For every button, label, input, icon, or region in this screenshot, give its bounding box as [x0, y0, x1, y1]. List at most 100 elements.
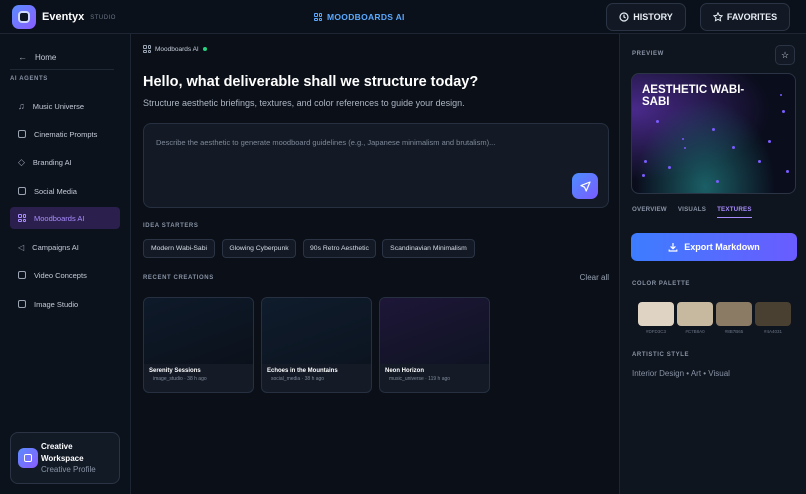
- video-icon: [18, 130, 26, 138]
- sidebar-item-video-concepts[interactable]: Video Concepts: [10, 264, 120, 286]
- prompt-placeholder: Describe the aesthetic to generate moodb…: [156, 138, 496, 147]
- sidebar-item-social-media[interactable]: Social Media: [10, 180, 120, 202]
- send-icon: [579, 180, 591, 192]
- diamond-icon: ◇: [18, 156, 25, 167]
- particle: [758, 160, 761, 163]
- card-title: Echoes in the Mountains: [267, 368, 338, 374]
- main-content: Moodboards AI Hello, what deliverable sh…: [131, 34, 619, 494]
- sidebar-item-label: Branding AI: [32, 157, 72, 167]
- card-title: Serenity Sessions: [149, 368, 201, 374]
- particle: [780, 94, 782, 96]
- tab-textures[interactable]: TEXTURES: [717, 206, 752, 218]
- particle: [786, 170, 789, 173]
- image-icon: [18, 300, 26, 308]
- arrow-left-icon: ←: [18, 52, 27, 62]
- breadcrumb: Moodboards AI: [143, 45, 207, 53]
- tab-visuals[interactable]: VISUALS: [678, 206, 706, 218]
- sidebar: ← Home AI AGENTS ♫ Music Universe Cinema…: [0, 34, 131, 494]
- clear-all-button[interactable]: Clear all: [580, 273, 609, 282]
- card-thumbnail: [380, 298, 489, 364]
- download-icon: [668, 243, 678, 252]
- sidebar-item-branding-ai[interactable]: ◇ Branding AI: [10, 151, 120, 173]
- workspace-title: Creative Workspace: [41, 442, 84, 463]
- chat-icon: [18, 187, 26, 195]
- sidebar-item-label: Moodboards AI: [34, 213, 85, 223]
- prompt-input[interactable]: Describe the aesthetic to generate moodb…: [143, 123, 609, 208]
- top-bar: Eventyx STUDIO MOODBOARDS AI HISTORY FAV…: [0, 0, 806, 34]
- sidebar-item-label: Video Concepts: [34, 270, 87, 280]
- preview-panel: PREVIEW ☆ AESTHETIC WABI-SABI OVERVIEW V…: [619, 34, 806, 494]
- artistic-style-label: ARTISTIC STYLE: [632, 352, 690, 358]
- sidebar-item-music-universe[interactable]: ♫ Music Universe: [10, 95, 120, 117]
- particle: [716, 180, 719, 183]
- sidebar-divider: [10, 69, 114, 70]
- particle: [782, 110, 785, 113]
- swatch-hex: #DFD3C3: [645, 329, 666, 334]
- home-link[interactable]: ← Home: [18, 52, 56, 62]
- current-module-title: MOODBOARDS AI: [314, 12, 405, 22]
- card-meta: social_media · 38 h ago: [271, 376, 325, 382]
- sidebar-item-cinematic-prompts[interactable]: Cinematic Prompts: [10, 123, 120, 145]
- chip-glowing-cyberpunk[interactable]: Glowing Cyberpunk: [222, 239, 296, 258]
- card-meta: image_studio · 38 h ago: [153, 376, 207, 382]
- artistic-style-text: Interior Design • Art • Visual: [632, 369, 730, 378]
- preview-label: PREVIEW: [632, 51, 664, 57]
- sidebar-item-moodboards-ai[interactable]: Moodboards AI: [10, 207, 120, 229]
- grid-icon: [18, 214, 26, 222]
- brand-subtitle: STUDIO: [90, 15, 116, 21]
- particle: [668, 166, 671, 169]
- preview-title: AESTHETIC WABI-SABI: [642, 84, 745, 108]
- tab-overview[interactable]: OVERVIEW: [632, 206, 667, 218]
- color-swatch[interactable]: [716, 302, 752, 326]
- module-title-text: MOODBOARDS AI: [327, 12, 405, 22]
- brand[interactable]: Eventyx STUDIO: [12, 5, 116, 29]
- swatch-hex: #8B7B65: [724, 329, 744, 334]
- export-label: Export Markdown: [684, 242, 760, 252]
- preview-image: AESTHETIC WABI-SABI: [631, 73, 796, 194]
- idea-starters-label: IDEA STARTERS: [143, 223, 199, 229]
- swatch-hex: #4A4031: [763, 329, 783, 334]
- color-swatch[interactable]: [677, 302, 713, 326]
- particle: [642, 174, 645, 177]
- page-subtitle: Structure aesthetic briefings, textures,…: [143, 98, 465, 108]
- workspace-subtitle: Creative Profile: [41, 465, 96, 474]
- sidebar-item-label: Music Universe: [32, 101, 85, 111]
- clock-icon: [619, 12, 629, 22]
- ai-agents-section-label: AI AGENTS: [10, 76, 48, 82]
- particle: [684, 147, 686, 149]
- card-thumbnail: [144, 298, 253, 364]
- home-label: Home: [35, 52, 57, 62]
- chip-90s-retro-aesthetic[interactable]: 90s Retro Aesthetic: [303, 239, 376, 258]
- recent-card[interactable]: Serenity Sessions image_studio · 38 h ag…: [143, 297, 254, 393]
- grid-icon: [143, 45, 151, 53]
- export-markdown-button[interactable]: Export Markdown: [631, 233, 797, 261]
- chip-modern-wabi-sabi[interactable]: Modern Wabi-Sabi: [143, 239, 215, 258]
- history-label: HISTORY: [633, 12, 673, 22]
- favorite-toggle-button[interactable]: ☆: [775, 45, 795, 65]
- sidebar-item-image-studio[interactable]: Image Studio: [10, 293, 120, 315]
- workspace-card[interactable]: Creative Workspace Creative Profile: [10, 432, 120, 484]
- send-button[interactable]: [572, 173, 598, 199]
- music-icon: ♫: [18, 101, 25, 111]
- color-palette-label: COLOR PALETTE: [632, 281, 691, 287]
- star-icon: [712, 12, 723, 22]
- sidebar-item-label: Cinematic Prompts: [34, 129, 98, 139]
- sidebar-item-label: Image Studio: [34, 299, 79, 309]
- preview-tabs: OVERVIEW VISUALS TEXTURES: [632, 206, 752, 218]
- color-swatch[interactable]: [638, 302, 674, 326]
- brand-logo: [12, 5, 36, 29]
- color-swatch[interactable]: [755, 302, 791, 326]
- favorites-button[interactable]: FAVORITES: [700, 3, 790, 31]
- history-button[interactable]: HISTORY: [606, 3, 686, 31]
- particle: [768, 140, 771, 143]
- recent-card[interactable]: Echoes in the Mountains social_media · 3…: [261, 297, 372, 393]
- grid-icon: [314, 13, 322, 21]
- megaphone-icon: ◁: [18, 242, 25, 252]
- sidebar-item-campaigns-ai[interactable]: ◁ Campaigns AI: [10, 236, 120, 258]
- chip-scandinavian-minimalism[interactable]: Scandinavian Minimalism: [382, 239, 475, 258]
- recent-card[interactable]: Neon Horizon music_universe · 119 h ago: [379, 297, 490, 393]
- film-icon: [18, 271, 26, 279]
- status-dot: [202, 47, 207, 51]
- favorites-label: FAVORITES: [726, 12, 778, 22]
- swatch-hex: #C7B8A0: [685, 329, 705, 334]
